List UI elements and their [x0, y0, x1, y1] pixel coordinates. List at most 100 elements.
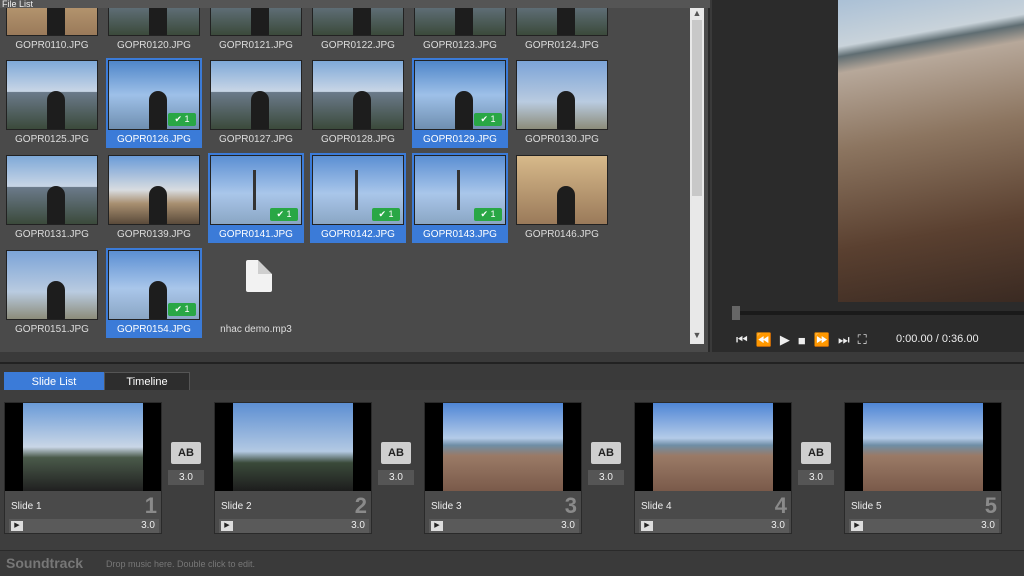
file-thumbnail[interactable]: ✔ 1 GOPR0142.JPG — [310, 153, 406, 243]
audio-file-icon — [210, 250, 302, 320]
skip-start-icon[interactable]: ⏮ — [736, 332, 748, 348]
thumbnail-image — [6, 8, 98, 36]
scroll-thumb[interactable] — [692, 20, 702, 196]
file-thumbnail[interactable]: ✔ 1 GOPR0143.JPG — [412, 153, 508, 243]
file-thumbnail[interactable]: ✔ 1 GOPR0141.JPG — [208, 153, 304, 243]
fullscreen-icon[interactable]: ⛶ — [858, 332, 867, 348]
slide-card[interactable]: Slide 1 1 ▶ 3.0 — [4, 402, 162, 534]
slide-thumbnail — [425, 403, 581, 491]
thumbnail-image — [6, 250, 98, 320]
person-shape — [353, 91, 371, 129]
file-thumbnail[interactable]: GOPR0123.JPG — [412, 8, 508, 54]
file-thumbnail[interactable]: GOPR0125.JPG — [4, 60, 100, 148]
seek-handle[interactable] — [732, 306, 740, 320]
document-icon — [246, 260, 272, 292]
file-thumbnail[interactable]: GOPR0122.JPG — [310, 8, 406, 54]
file-name: GOPR0146.JPG — [525, 229, 599, 240]
slide-duration-bar: ▶ 3.0 — [639, 519, 789, 533]
slide-image — [653, 403, 773, 491]
file-thumbnail[interactable]: GOPR0146.JPG — [514, 155, 610, 243]
file-thumbnail[interactable]: GOPR0130.JPG — [514, 60, 610, 148]
file-name: GOPR0131.JPG — [15, 229, 89, 240]
slide-card[interactable]: Slide 4 4 ▶ 3.0 — [634, 402, 792, 534]
slide-thumbnail — [5, 403, 161, 491]
file-thumbnail[interactable]: GOPR0121.JPG — [208, 8, 304, 54]
slide-thumbnail — [215, 403, 371, 491]
play-icon[interactable]: ▶ — [780, 332, 790, 348]
thumbnail-image — [414, 8, 506, 36]
file-name: nhac demo.mp3 — [220, 324, 292, 335]
slide-thumbnail — [635, 403, 791, 491]
person-shape — [455, 91, 473, 129]
file-name: GOPR0130.JPG — [525, 134, 599, 145]
transition-icon[interactable]: AB — [591, 442, 621, 464]
used-check-badge: ✔ 1 — [474, 208, 502, 221]
file-thumbnail[interactable]: GOPR0127.JPG — [208, 60, 304, 148]
seek-bar[interactable] — [734, 311, 1024, 315]
file-thumbnail[interactable]: nhac demo.mp3 — [208, 250, 304, 338]
transition-duration: 3.0 — [588, 470, 624, 485]
used-check-badge: ✔ 1 — [270, 208, 298, 221]
transition[interactable]: AB 3.0 — [588, 442, 624, 486]
thumbnail-image — [108, 8, 200, 36]
play-icon[interactable]: ▶ — [851, 521, 863, 531]
person-shape — [47, 8, 65, 35]
file-name: GOPR0141.JPG — [208, 227, 304, 243]
fast-forward-icon[interactable]: ⏩ — [814, 332, 830, 348]
tab-slide-list[interactable]: Slide List — [4, 372, 104, 390]
file-grid: GOPR0110.JPG GOPR0120.JPG GOPR0121.JPG GOPR… — [4, 8, 686, 348]
skip-end-icon[interactable]: ⏭ — [838, 332, 850, 348]
file-list-title: File List — [0, 0, 710, 8]
stop-icon[interactable]: ■ — [798, 333, 806, 348]
file-thumbnail[interactable]: GOPR0151.JPG — [4, 250, 100, 338]
used-check-badge: ✔ 1 — [168, 303, 196, 316]
file-thumbnail[interactable]: ✔ 1 GOPR0129.JPG — [412, 58, 508, 148]
transition[interactable]: AB 3.0 — [168, 442, 204, 486]
thumbnail-image — [312, 60, 404, 130]
person-shape — [47, 186, 65, 224]
slide-duration: 3.0 — [351, 520, 365, 531]
transition-icon[interactable]: AB — [801, 442, 831, 464]
transition[interactable]: AB 3.0 — [378, 442, 414, 486]
play-icon[interactable]: ▶ — [221, 521, 233, 531]
file-thumbnail[interactable]: GOPR0139.JPG — [106, 155, 202, 243]
person-shape — [455, 8, 473, 35]
play-icon[interactable]: ▶ — [11, 521, 23, 531]
person-shape — [47, 91, 65, 129]
slide-image — [23, 403, 143, 491]
slide-card[interactable]: Slide 3 3 ▶ 3.0 — [424, 402, 582, 534]
file-name: GOPR0121.JPG — [219, 40, 293, 51]
transition-icon[interactable]: AB — [171, 442, 201, 464]
scroll-down-icon[interactable]: ▼ — [692, 330, 702, 340]
slide-duration: 3.0 — [141, 520, 155, 531]
play-icon[interactable]: ▶ — [641, 521, 653, 531]
preview-image — [838, 0, 1024, 302]
tab-bar: Slide List Timeline — [0, 362, 1024, 390]
file-thumbnail[interactable]: ✔ 1 GOPR0154.JPG — [106, 248, 202, 338]
file-thumbnail[interactable]: ✔ 1 GOPR0126.JPG — [106, 58, 202, 148]
transition-icon[interactable]: AB — [381, 442, 411, 464]
soundtrack-area[interactable]: Soundtrack Drop music here. Double click… — [0, 550, 1024, 576]
tab-timeline[interactable]: Timeline — [104, 372, 190, 390]
slide-thumbnail — [845, 403, 1001, 491]
playback-controls: ⏮ ⏪ ▶ ■ ⏩ ⏭ ⛶ — [736, 330, 867, 350]
slide-name: Slide 3 — [431, 501, 462, 512]
thumbnail-image — [6, 60, 98, 130]
slide-number: 1 — [144, 493, 157, 518]
slide-card[interactable]: Slide 2 2 ▶ 3.0 — [214, 402, 372, 534]
slide-name: Slide 5 — [851, 501, 882, 512]
play-icon[interactable]: ▶ — [431, 521, 443, 531]
file-thumbnail[interactable]: GOPR0120.JPG — [106, 8, 202, 54]
slide-name: Slide 4 — [641, 501, 672, 512]
slide-card[interactable]: Slide 5 5 ▶ 3.0 — [844, 402, 1002, 534]
transition[interactable]: AB 3.0 — [798, 442, 834, 486]
file-thumbnail[interactable]: GOPR0128.JPG — [310, 60, 406, 148]
scroll-up-icon[interactable]: ▲ — [692, 8, 702, 18]
rewind-icon[interactable]: ⏪ — [756, 332, 772, 348]
soundtrack-title: Soundtrack — [6, 555, 84, 571]
lamp-post-shape — [457, 170, 460, 210]
person-shape — [149, 91, 167, 129]
file-thumbnail[interactable]: GOPR0110.JPG — [4, 8, 100, 54]
file-thumbnail[interactable]: GOPR0131.JPG — [4, 155, 100, 243]
file-thumbnail[interactable]: GOPR0124.JPG — [514, 8, 610, 54]
